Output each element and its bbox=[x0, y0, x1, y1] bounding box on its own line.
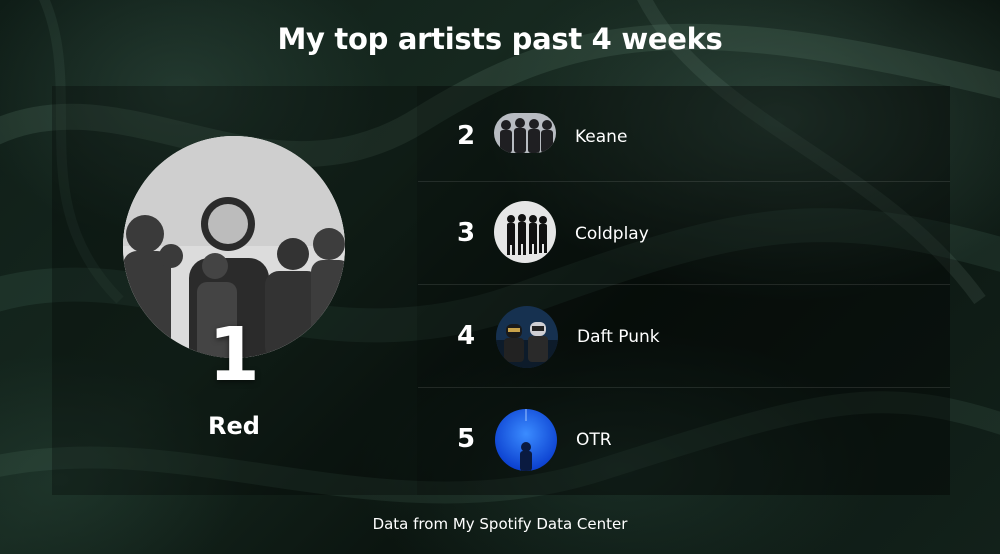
footer-credit: Data from My Spotify Data Center bbox=[372, 515, 628, 533]
artist-name[interactable]: OTR bbox=[576, 430, 612, 450]
list-item[interactable]: 2 Keane bbox=[418, 87, 950, 187]
list-item[interactable]: 4 Daft Punk bbox=[418, 285, 950, 385]
artist-photo[interactable] bbox=[496, 306, 558, 368]
artist-photo[interactable] bbox=[494, 201, 556, 263]
artist-name[interactable]: Coldplay bbox=[575, 224, 649, 244]
list-item[interactable]: 5 OTR bbox=[418, 388, 950, 488]
artist-photo[interactable] bbox=[495, 409, 557, 471]
artist-rank: 2 bbox=[456, 121, 476, 151]
artist-rank: 4 bbox=[456, 321, 476, 351]
artist-rank: 5 bbox=[456, 424, 476, 454]
artist-rank: 3 bbox=[456, 218, 476, 248]
top-artist-rank: 1 bbox=[208, 312, 260, 398]
list-item[interactable]: 3 Coldplay bbox=[418, 182, 950, 282]
top-artist-name[interactable]: Red bbox=[134, 412, 334, 440]
page-title: My top artists past 4 weeks bbox=[277, 22, 723, 56]
artist-name[interactable]: Daft Punk bbox=[577, 327, 660, 347]
artist-photo[interactable] bbox=[494, 113, 556, 153]
artist-name[interactable]: Keane bbox=[575, 127, 627, 147]
